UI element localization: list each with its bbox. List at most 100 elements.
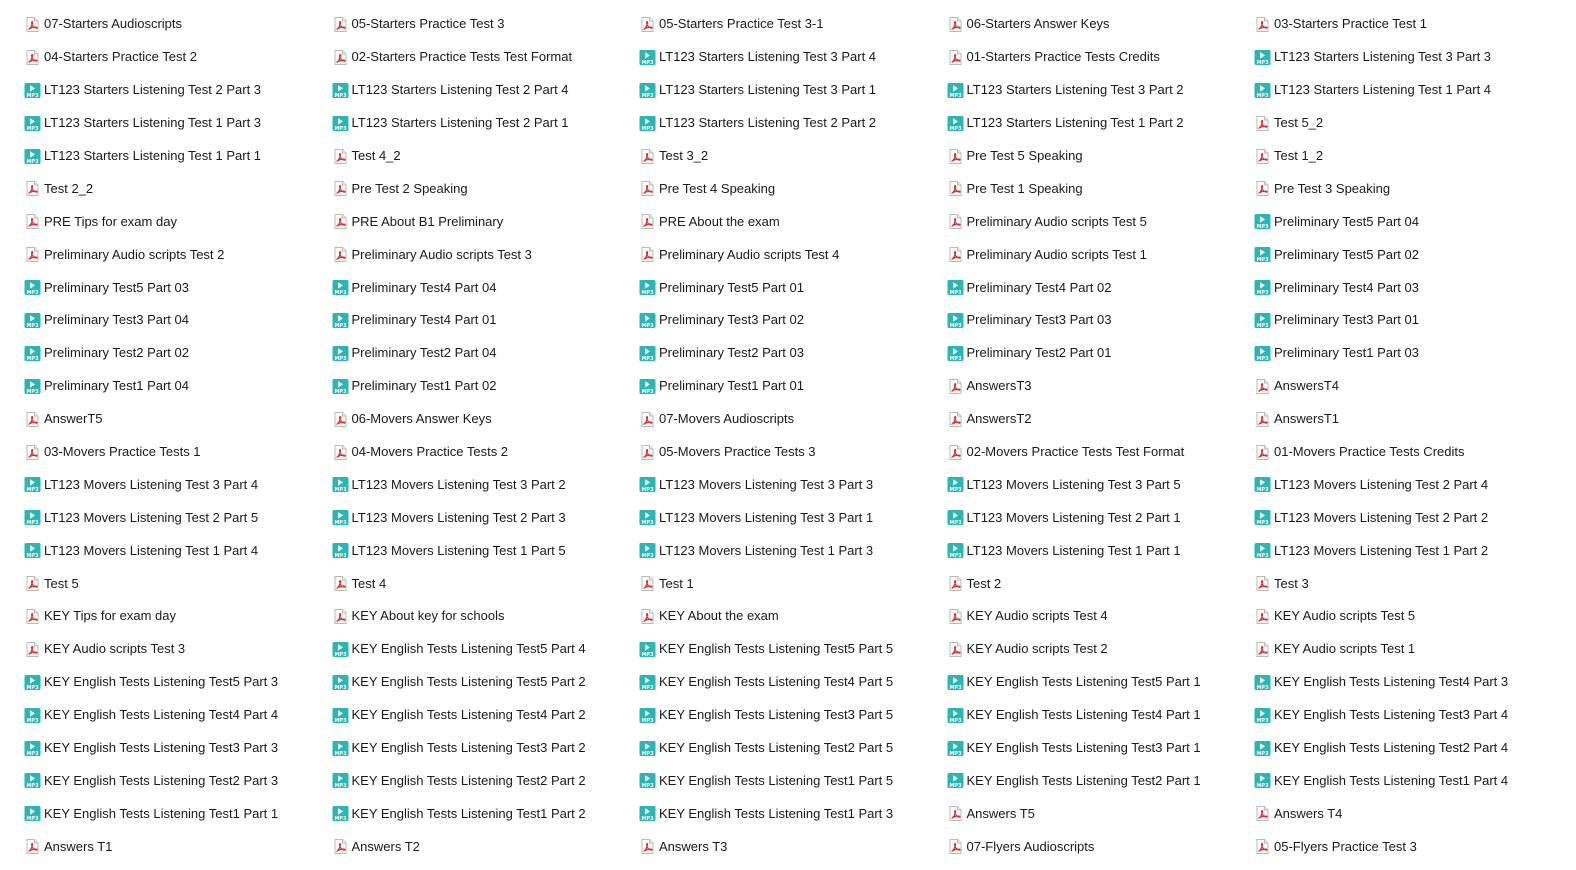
file-item-6[interactable]: 04-Starters Practice Test 2: [24, 41, 332, 74]
file-item-62[interactable]: 06-Movers Answer Keys: [332, 403, 640, 436]
file-item-84[interactable]: MP3 LT123 Movers Listening Test 1 Part 1: [947, 534, 1255, 567]
file-item-22[interactable]: Test 4_2: [332, 140, 640, 173]
file-item-126[interactable]: Answers T1: [24, 830, 332, 863]
file-item-7[interactable]: 02-Starters Practice Tests Test Format: [332, 41, 640, 74]
file-item-17[interactable]: MP3 LT123 Starters Listening Test 2 Part…: [332, 107, 640, 140]
file-item-104[interactable]: MP3 KEY English Tests Listening Test5 Pa…: [947, 666, 1255, 699]
file-item-23[interactable]: Test 3_2: [639, 140, 947, 173]
file-item-19[interactable]: MP3 LT123 Starters Listening Test 1 Part…: [947, 107, 1255, 140]
file-item-56[interactable]: MP3 Preliminary Test1 Part 04: [24, 370, 332, 403]
file-item-86[interactable]: Test 5: [24, 567, 332, 600]
file-item-28[interactable]: Pre Test 4 Speaking: [639, 172, 947, 205]
file-item-74[interactable]: MP3 LT123 Movers Listening Test 3 Part 5: [947, 468, 1255, 501]
file-item-14[interactable]: MP3 LT123 Starters Listening Test 3 Part…: [947, 74, 1255, 107]
file-item-122[interactable]: MP3 KEY English Tests Listening Test1 Pa…: [332, 797, 640, 830]
file-item-108[interactable]: MP3 KEY English Tests Listening Test3 Pa…: [639, 699, 947, 732]
file-item-3[interactable]: 05-Starters Practice Test 3-1: [639, 8, 947, 41]
file-item-115[interactable]: MP3 KEY English Tests Listening Test2 Pa…: [1254, 732, 1562, 765]
file-item-81[interactable]: MP3 LT123 Movers Listening Test 1 Part 4: [24, 534, 332, 567]
file-item-119[interactable]: MP3 KEY English Tests Listening Test2 Pa…: [947, 764, 1255, 797]
file-item-79[interactable]: MP3 LT123 Movers Listening Test 2 Part 1: [947, 501, 1255, 534]
file-item-40[interactable]: MP3 Preliminary Test5 Part 02: [1254, 238, 1562, 271]
file-item-46[interactable]: MP3 Preliminary Test3 Part 04: [24, 304, 332, 337]
file-item-32[interactable]: PRE About B1 Preliminary: [332, 205, 640, 238]
file-item-58[interactable]: MP3 Preliminary Test1 Part 01: [639, 370, 947, 403]
file-item-25[interactable]: Test 1_2: [1254, 140, 1562, 173]
file-item-44[interactable]: MP3 Preliminary Test4 Part 02: [947, 271, 1255, 304]
file-item-94[interactable]: KEY Audio scripts Test 4: [947, 600, 1255, 633]
file-item-57[interactable]: MP3 Preliminary Test1 Part 02: [332, 370, 640, 403]
file-item-85[interactable]: MP3 LT123 Movers Listening Test 1 Part 2: [1254, 534, 1562, 567]
file-item-24[interactable]: Pre Test 5 Speaking: [947, 140, 1255, 173]
file-item-95[interactable]: KEY Audio scripts Test 5: [1254, 600, 1562, 633]
file-item-43[interactable]: MP3 Preliminary Test5 Part 01: [639, 271, 947, 304]
file-item-59[interactable]: AnswersT3: [947, 370, 1255, 403]
file-item-78[interactable]: MP3 LT123 Movers Listening Test 3 Part 1: [639, 501, 947, 534]
file-item-64[interactable]: AnswersT2: [947, 403, 1255, 436]
file-item-75[interactable]: MP3 LT123 Movers Listening Test 2 Part 4: [1254, 468, 1562, 501]
file-item-9[interactable]: 01-Starters Practice Tests Credits: [947, 41, 1255, 74]
file-item-41[interactable]: MP3 Preliminary Test5 Part 03: [24, 271, 332, 304]
file-item-82[interactable]: MP3 LT123 Movers Listening Test 1 Part 5: [332, 534, 640, 567]
file-item-100[interactable]: KEY Audio scripts Test 1: [1254, 633, 1562, 666]
file-item-83[interactable]: MP3 LT123 Movers Listening Test 1 Part 3: [639, 534, 947, 567]
file-item-8[interactable]: MP3 LT123 Starters Listening Test 3 Part…: [639, 41, 947, 74]
file-item-90[interactable]: Test 3: [1254, 567, 1562, 600]
file-item-80[interactable]: MP3 LT123 Movers Listening Test 2 Part 2: [1254, 501, 1562, 534]
file-item-15[interactable]: MP3 LT123 Starters Listening Test 1 Part…: [1254, 74, 1562, 107]
file-item-103[interactable]: MP3 KEY English Tests Listening Test4 Pa…: [639, 666, 947, 699]
file-item-20[interactable]: Test 5_2: [1254, 107, 1562, 140]
file-item-106[interactable]: MP3 KEY English Tests Listening Test4 Pa…: [24, 699, 332, 732]
file-item-29[interactable]: Pre Test 1 Speaking: [947, 172, 1255, 205]
file-item-96[interactable]: KEY Audio scripts Test 3: [24, 633, 332, 666]
file-item-31[interactable]: PRE Tips for exam day: [24, 205, 332, 238]
file-item-111[interactable]: MP3 KEY English Tests Listening Test3 Pa…: [24, 732, 332, 765]
file-item-52[interactable]: MP3 Preliminary Test2 Part 04: [332, 337, 640, 370]
file-item-67[interactable]: 04-Movers Practice Tests 2: [332, 436, 640, 469]
file-item-66[interactable]: 03-Movers Practice Tests 1: [24, 436, 332, 469]
file-item-110[interactable]: MP3 KEY English Tests Listening Test3 Pa…: [1254, 699, 1562, 732]
file-item-34[interactable]: Preliminary Audio scripts Test 5: [947, 205, 1255, 238]
file-item-73[interactable]: MP3 LT123 Movers Listening Test 3 Part 3: [639, 468, 947, 501]
file-item-101[interactable]: MP3 KEY English Tests Listening Test5 Pa…: [24, 666, 332, 699]
file-item-42[interactable]: MP3 Preliminary Test4 Part 04: [332, 271, 640, 304]
file-item-114[interactable]: MP3 KEY English Tests Listening Test3 Pa…: [947, 732, 1255, 765]
file-item-54[interactable]: MP3 Preliminary Test2 Part 01: [947, 337, 1255, 370]
file-item-93[interactable]: KEY About the exam: [639, 600, 947, 633]
file-item-35[interactable]: MP3 Preliminary Test5 Part 04: [1254, 205, 1562, 238]
file-item-63[interactable]: 07-Movers Audioscripts: [639, 403, 947, 436]
file-item-125[interactable]: Answers T4: [1254, 797, 1562, 830]
file-item-30[interactable]: Pre Test 3 Speaking: [1254, 172, 1562, 205]
file-item-112[interactable]: MP3 KEY English Tests Listening Test3 Pa…: [332, 732, 640, 765]
file-item-36[interactable]: Preliminary Audio scripts Test 2: [24, 238, 332, 271]
file-item-45[interactable]: MP3 Preliminary Test4 Part 03: [1254, 271, 1562, 304]
file-item-12[interactable]: MP3 LT123 Starters Listening Test 2 Part…: [332, 74, 640, 107]
file-item-129[interactable]: 07-Flyers Audioscripts: [947, 830, 1255, 863]
file-item-105[interactable]: MP3 KEY English Tests Listening Test4 Pa…: [1254, 666, 1562, 699]
file-item-16[interactable]: MP3 LT123 Starters Listening Test 1 Part…: [24, 107, 332, 140]
file-item-13[interactable]: MP3 LT123 Starters Listening Test 3 Part…: [639, 74, 947, 107]
file-item-130[interactable]: 05-Flyers Practice Test 3: [1254, 830, 1562, 863]
file-item-128[interactable]: Answers T3: [639, 830, 947, 863]
file-item-123[interactable]: MP3 KEY English Tests Listening Test1 Pa…: [639, 797, 947, 830]
file-item-87[interactable]: Test 4: [332, 567, 640, 600]
file-item-102[interactable]: MP3 KEY English Tests Listening Test5 Pa…: [332, 666, 640, 699]
file-item-77[interactable]: MP3 LT123 Movers Listening Test 2 Part 3: [332, 501, 640, 534]
file-item-116[interactable]: MP3 KEY English Tests Listening Test2 Pa…: [24, 764, 332, 797]
file-item-68[interactable]: 05-Movers Practice Tests 3: [639, 436, 947, 469]
file-item-33[interactable]: PRE About the exam: [639, 205, 947, 238]
file-item-109[interactable]: MP3 KEY English Tests Listening Test4 Pa…: [947, 699, 1255, 732]
file-item-39[interactable]: Preliminary Audio scripts Test 1: [947, 238, 1255, 271]
file-item-70[interactable]: 01-Movers Practice Tests Credits: [1254, 436, 1562, 469]
file-item-27[interactable]: Pre Test 2 Speaking: [332, 172, 640, 205]
file-item-5[interactable]: 03-Starters Practice Test 1: [1254, 8, 1562, 41]
file-item-37[interactable]: Preliminary Audio scripts Test 3: [332, 238, 640, 271]
file-item-60[interactable]: AnswersT4: [1254, 370, 1562, 403]
file-item-88[interactable]: Test 1: [639, 567, 947, 600]
file-item-118[interactable]: MP3 KEY English Tests Listening Test1 Pa…: [639, 764, 947, 797]
file-item-89[interactable]: Test 2: [947, 567, 1255, 600]
file-item-11[interactable]: MP3 LT123 Starters Listening Test 2 Part…: [24, 74, 332, 107]
file-item-47[interactable]: MP3 Preliminary Test4 Part 01: [332, 304, 640, 337]
file-item-127[interactable]: Answers T2: [332, 830, 640, 863]
file-item-18[interactable]: MP3 LT123 Starters Listening Test 2 Part…: [639, 107, 947, 140]
